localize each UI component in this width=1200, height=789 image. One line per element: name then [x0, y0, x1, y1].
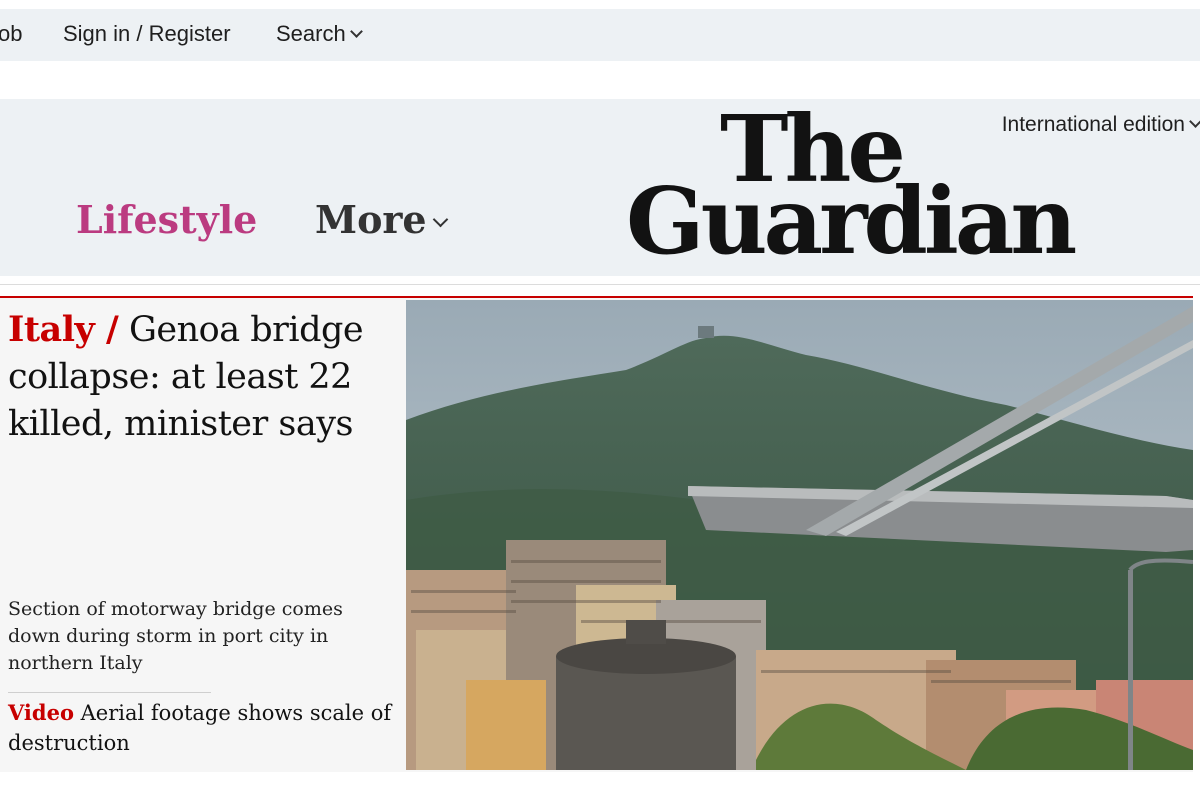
top-utility-bar: ob Sign in / Register Search — [0, 9, 1200, 61]
story-photo[interactable] — [406, 300, 1193, 770]
sublink-kicker: Video — [8, 700, 74, 725]
story-standfirst: Section of motorway bridge comes down du… — [8, 598, 343, 674]
story-kicker: Italy / — [8, 309, 119, 350]
search-button[interactable]: Search — [276, 21, 363, 47]
sublink-divider — [8, 692, 211, 693]
signin-link[interactable]: Sign in / Register — [63, 21, 231, 47]
logo-line-2: Guardian — [626, 167, 1077, 275]
header-divider — [0, 284, 1200, 285]
chevron-down-icon — [1189, 115, 1200, 128]
video-sublink[interactable]: Video Aerial footage shows scale of dest… — [8, 698, 398, 758]
story-headline[interactable]: Italy / Genoa bridge collapse: at least … — [8, 306, 398, 448]
chevron-down-icon — [432, 211, 448, 228]
nav-more-label: More — [315, 197, 427, 242]
jobs-link[interactable]: ob — [0, 21, 22, 47]
chevron-down-icon — [349, 25, 363, 38]
guardian-logo[interactable]: The Guardian — [620, 103, 1140, 273]
nav-lifestyle[interactable]: Lifestyle — [76, 197, 257, 242]
search-label: Search — [276, 21, 346, 46]
site-header: International edition Lifestyle More The… — [0, 99, 1200, 276]
nav-more[interactable]: More — [315, 197, 448, 242]
